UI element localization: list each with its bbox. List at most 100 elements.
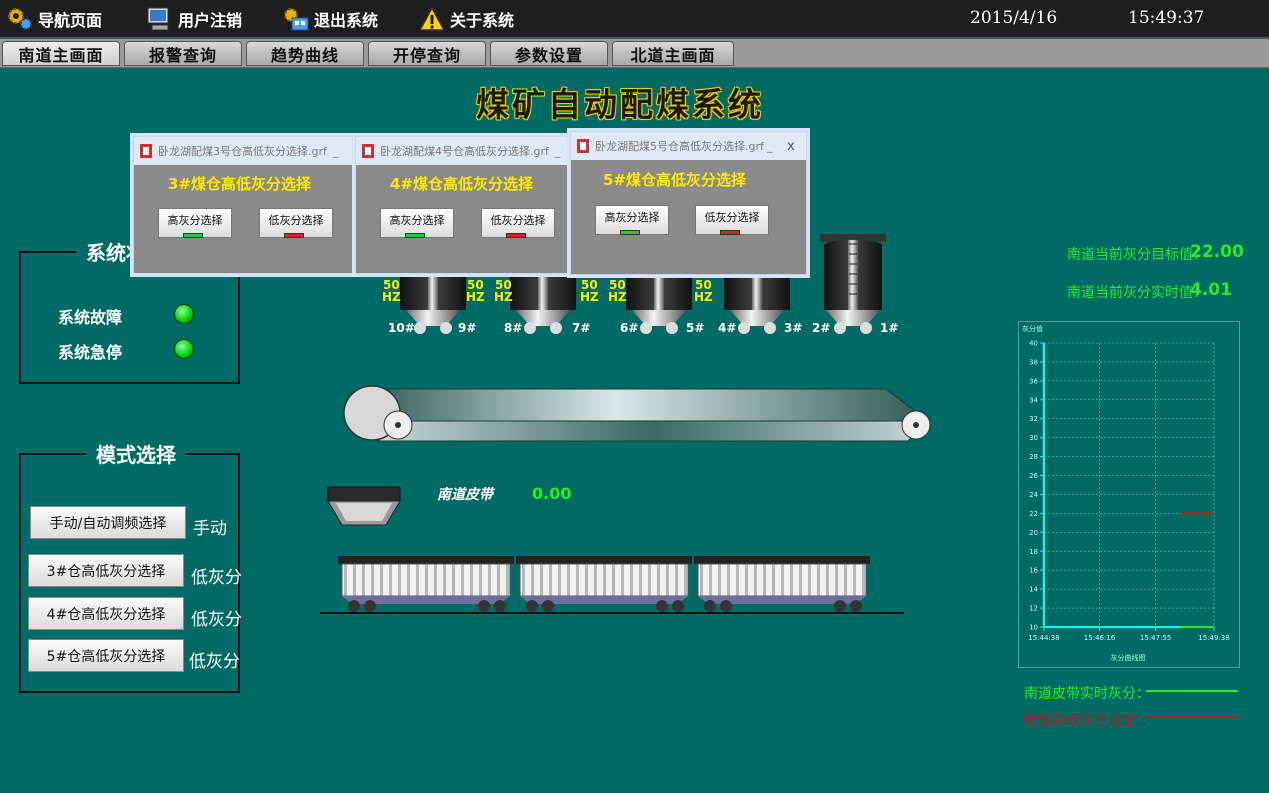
- freq-unit-10: HZ: [382, 290, 401, 304]
- date-display: 2015/4/16: [970, 8, 1058, 28]
- target-ash-value: 22.00: [1190, 242, 1244, 262]
- silo-label-10: 10#: [388, 321, 415, 335]
- manual-auto-freq-button[interactable]: 手动/自动调频选择: [30, 506, 186, 539]
- nav-page-button[interactable]: 导航页面: [6, 4, 102, 34]
- app-logo-icon: [577, 139, 589, 153]
- chart-ytick-label: 12: [1029, 605, 1038, 613]
- legend-realtime-label: 南道皮带实时灰分：: [1024, 686, 1150, 702]
- silo-label-5: 5#: [686, 321, 705, 335]
- bin5-high-ash-label: 高灰分选择: [604, 211, 660, 224]
- bin3-ash-value: 低灰分: [191, 568, 242, 588]
- high-ash-status-bar: [620, 230, 640, 235]
- chart-ytick-label: 40: [1029, 340, 1038, 348]
- tab-alarm-query[interactable]: 报警查询: [124, 41, 242, 66]
- chart-xtick-label: 15:47:55: [1140, 634, 1171, 642]
- chart-ytick-label: 20: [1029, 529, 1038, 537]
- wagon-3: [694, 556, 870, 612]
- low-ash-status-bar: [506, 233, 526, 238]
- tab-north-main[interactable]: 北道主画面: [612, 41, 734, 66]
- bin5-ash-select-button[interactable]: 5#仓高低灰分选择: [28, 639, 184, 672]
- bin5-high-ash-button[interactable]: 高灰分选择: [595, 205, 669, 235]
- bin4-ash-select-button[interactable]: 4#仓高低灰分选择: [28, 597, 184, 630]
- logout-button[interactable]: 用户注销: [146, 4, 242, 34]
- tab-parameter-settings[interactable]: 参数设置: [490, 41, 608, 66]
- low-ash-status-bar: [720, 230, 740, 235]
- silo-label-8: 8#: [504, 321, 523, 335]
- conveyor-belt: [343, 385, 931, 442]
- chart-ytick-label: 32: [1029, 415, 1038, 423]
- silo-label-2: 2#: [812, 321, 831, 335]
- bin3-ash-select-button[interactable]: 3#仓高低灰分选择: [28, 554, 184, 587]
- actual-ash-label: 南道当前灰分实时值：: [1067, 285, 1207, 301]
- bin3-ash-dialog: 卧龙湖配煤3号仓高低灰分选择.grf _ 3#煤仓高低灰分选择 高灰分选择 低灰…: [133, 136, 359, 274]
- freq-unit-6: HZ: [608, 290, 627, 304]
- high-ash-status-bar: [405, 233, 425, 238]
- emergency-stop-indicator: [174, 339, 194, 359]
- logout-label: 用户注销: [178, 11, 243, 30]
- chart-ytick-label: 26: [1029, 472, 1038, 480]
- silo-label-7: 7#: [572, 321, 591, 335]
- chart-ytick-label: 24: [1029, 491, 1038, 499]
- freq-indicator-10: 50 HZ: [382, 279, 401, 303]
- bin3-dialog-heading: 3#煤仓高低灰分选择: [168, 175, 312, 193]
- bin3-low-ash-button[interactable]: 低灰分选择: [259, 208, 333, 238]
- tab-start-stop-query[interactable]: 开停查询: [368, 41, 486, 66]
- tab-trend-curve[interactable]: 趋势曲线: [246, 41, 364, 66]
- bin5-dialog-window-title: 卧龙湖配煤5号仓高低灰分选择.grf: [595, 140, 764, 153]
- bin5-ash-dialog: 卧龙湖配煤5号仓高低灰分选择.grf _ x 5#煤仓高低灰分选择 高灰分选择 …: [570, 131, 807, 275]
- bin4-low-ash-button[interactable]: 低灰分选择: [481, 208, 555, 238]
- about-system-label: 关于系统: [450, 11, 515, 30]
- silo-label-1: 1#: [880, 321, 899, 335]
- bin4-dialog-window-title: 卧龙湖配煤4号仓高低灰分选择.grf: [380, 145, 549, 158]
- chart-ytick-label: 28: [1029, 453, 1038, 461]
- silo-label-3: 3#: [784, 321, 803, 335]
- bin3-dialog-titlebar: 卧龙湖配煤3号仓高低灰分选择.grf _: [134, 137, 358, 165]
- minimize-button[interactable]: _: [333, 145, 339, 158]
- exit-system-label: 退出系统: [314, 11, 379, 30]
- chart-xtick-label: 15:44:38: [1028, 634, 1059, 642]
- tab-south-main[interactable]: 南道主画面: [2, 41, 120, 66]
- system-fault-indicator: [174, 304, 194, 324]
- rail-wagons: [320, 556, 904, 614]
- legend-realtime-swatch: [1146, 690, 1238, 692]
- chart-ytick-label: 38: [1029, 358, 1038, 366]
- wagon-2: [516, 556, 692, 612]
- chart-ytick-label: 18: [1029, 548, 1038, 556]
- computer-icon: [146, 6, 174, 32]
- chart-title: 灰分值: [1022, 324, 1043, 333]
- close-button[interactable]: x: [787, 139, 795, 154]
- factory-icon: [282, 6, 310, 32]
- bin3-high-ash-button[interactable]: 高灰分选择: [158, 208, 232, 238]
- manual-auto-value: 手动: [193, 519, 227, 539]
- bin5-low-ash-button[interactable]: 低灰分选择: [695, 205, 769, 235]
- warning-icon: [418, 6, 446, 32]
- bin4-ash-dialog: 卧龙湖配煤4号仓高低灰分选择.grf _ 4#煤仓高低灰分选择 高灰分选择 低灰…: [355, 136, 581, 274]
- screen-tab-bar: 南道主画面 报警查询 趋势曲线 开停查询 参数设置 北道主画面: [0, 39, 1269, 68]
- freq-unit-5: HZ: [694, 290, 713, 304]
- bin4-dialog-titlebar: 卧龙湖配煤4号仓高低灰分选择.grf _: [356, 137, 580, 165]
- bin4-low-ash-label: 低灰分选择: [490, 214, 546, 227]
- app-logo-icon: [362, 144, 374, 158]
- chart-ytick-label: 10: [1029, 624, 1038, 632]
- chart-ytick-label: 22: [1029, 510, 1038, 518]
- bin4-high-ash-button[interactable]: 高灰分选择: [380, 208, 454, 238]
- minimize-button[interactable]: _: [767, 140, 773, 153]
- legend-setpoint-swatch: [1146, 716, 1238, 718]
- minimize-button[interactable]: _: [555, 145, 561, 158]
- freq-unit-9: HZ: [466, 290, 485, 304]
- bin4-ash-value: 低灰分: [191, 610, 242, 630]
- freq-indicator-6: 50 HZ: [608, 279, 627, 303]
- freq-indicator-5: 50 HZ: [694, 279, 713, 303]
- about-system-button[interactable]: 关于系统: [418, 4, 514, 34]
- gear-icon: [6, 6, 34, 32]
- bin4-dialog-heading: 4#煤仓高低灰分选择: [390, 175, 534, 193]
- bin5-dialog-heading: 5#煤仓高低灰分选择: [603, 171, 747, 189]
- page-title: 煤矿自动配煤系统: [476, 85, 764, 124]
- emergency-stop-label: 系统急停: [58, 343, 123, 362]
- ash-trend-chart: 灰分值 灰分曲线图 10 12 14 16 18 20 22 24 26 28 30 32 34 36 38…: [1018, 321, 1240, 668]
- silo-label-9: 9#: [458, 321, 477, 335]
- wagon-1: [338, 556, 514, 612]
- hopper: [327, 486, 401, 526]
- chart-ytick-label: 30: [1029, 434, 1038, 442]
- exit-system-button[interactable]: 退出系统: [282, 4, 378, 34]
